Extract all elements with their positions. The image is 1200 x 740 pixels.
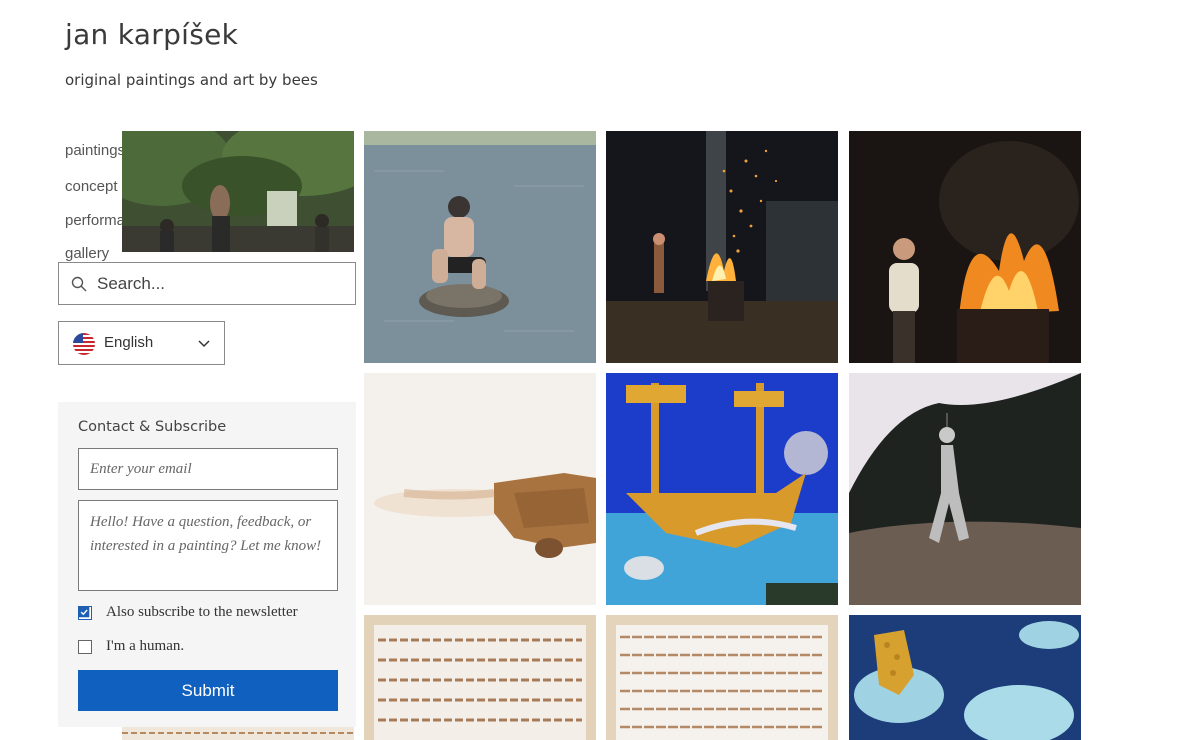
gallery-item[interactable] <box>849 615 1081 740</box>
gallery-item[interactable] <box>849 373 1081 605</box>
gallery-image <box>606 615 838 740</box>
gallery-item[interactable] <box>364 615 596 740</box>
gallery-image <box>122 725 354 740</box>
gallery-image <box>364 131 596 363</box>
search-icon <box>71 276 87 292</box>
subscribe-checkbox[interactable] <box>78 606 92 620</box>
message-field[interactable] <box>78 500 338 591</box>
chevron-down-icon <box>198 340 210 348</box>
contact-form: Contact & Subscribe Also subscribe to th… <box>58 402 356 727</box>
gallery-image <box>606 373 838 605</box>
search-box[interactable] <box>58 262 356 305</box>
contact-title: Contact & Subscribe <box>78 419 227 435</box>
email-field[interactable] <box>78 448 338 490</box>
gallery-item[interactable] <box>364 131 596 363</box>
human-label: I'm a human. <box>106 638 185 654</box>
gallery-item[interactable] <box>364 373 596 605</box>
language-selector[interactable]: English <box>58 321 225 365</box>
nav-item-paintings[interactable]: paintings <box>65 142 125 159</box>
site-title[interactable]: jan karpíšek <box>65 18 238 51</box>
gallery-image <box>606 131 838 363</box>
gallery-image <box>364 373 596 605</box>
site-tagline: original paintings and art by bees <box>65 71 318 89</box>
submit-button[interactable]: Submit <box>78 670 338 711</box>
human-checkbox[interactable] <box>78 640 92 654</box>
search-input[interactable] <box>97 271 347 297</box>
language-label: English <box>104 334 154 351</box>
gallery-item[interactable] <box>122 725 354 740</box>
gallery-item[interactable] <box>606 615 838 740</box>
checkmark-icon <box>79 607 90 618</box>
gallery-item[interactable] <box>849 131 1081 363</box>
gallery-item[interactable] <box>606 373 838 605</box>
gallery-image <box>849 373 1081 605</box>
gallery-item[interactable] <box>122 131 354 252</box>
gallery-image <box>122 131 354 252</box>
gallery-image <box>849 615 1081 740</box>
nav-item-gallery[interactable]: gallery <box>65 245 109 262</box>
us-flag-icon <box>73 333 95 355</box>
subscribe-label: Also subscribe to the newsletter <box>106 604 298 620</box>
gallery-image <box>364 615 596 740</box>
gallery-image <box>849 131 1081 363</box>
gallery-item[interactable] <box>606 131 838 363</box>
